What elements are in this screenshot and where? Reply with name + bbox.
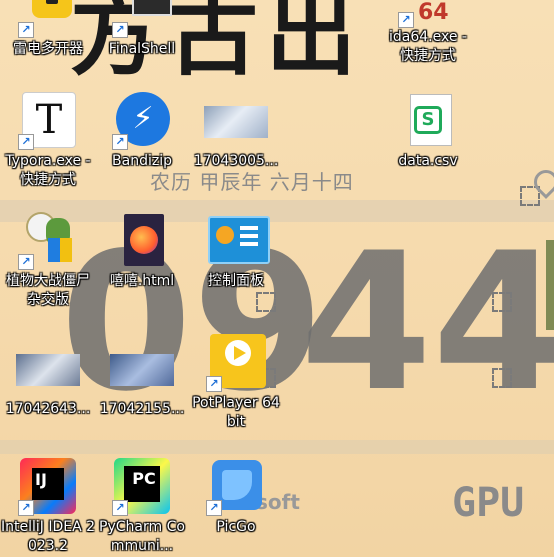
firefox-html-icon xyxy=(114,212,170,268)
desktop-icon-ida64[interactable]: 64 ↗ ida64.exe - 快捷方式 xyxy=(380,0,476,66)
desktop-icon-potplayer[interactable]: ↗ PotPlayer 64 bit xyxy=(188,334,284,432)
typora-icon: T ↗ xyxy=(18,92,76,150)
desktop-icon-typora[interactable]: T ↗ Typora.exe - 快捷方式 xyxy=(0,92,96,190)
csv-file-icon: S xyxy=(400,92,456,148)
control-panel-icon xyxy=(208,212,270,268)
wallpaper-square xyxy=(256,292,276,312)
icon-label: 雷电多开器 xyxy=(13,41,83,57)
image-thumbnail-icon xyxy=(204,92,268,148)
shortcut-arrow-icon: ↗ xyxy=(112,22,128,38)
desktop-icon-image-17042155[interactable]: 17042155... xyxy=(94,340,190,419)
desktop-icon-picgo[interactable]: ↗ PicGo xyxy=(188,458,284,537)
desktop-icon-pycharm[interactable]: PC ↗ PyCharm Communi... xyxy=(94,458,190,556)
icon-label: 嘻嘻.html xyxy=(109,273,175,289)
desktop-icon-image-17043005[interactable]: 17043005... xyxy=(188,92,284,171)
desktop-icon-xixi-html[interactable]: 嘻嘻.html xyxy=(94,212,190,291)
intellij-idea-icon: IJ ↗ xyxy=(18,458,76,516)
desktop-icon-finalshell[interactable]: ↗ FinalShell xyxy=(94,0,190,59)
icon-label: 17043005... xyxy=(193,153,279,169)
icon-label: PotPlayer 64 bit xyxy=(192,395,280,430)
shortcut-arrow-icon: ↗ xyxy=(18,254,34,270)
shortcut-arrow-icon: ↗ xyxy=(398,12,414,28)
wallpaper-clock-minute: 44 xyxy=(300,212,554,433)
wallpaper-square xyxy=(492,292,512,312)
desktop-icon-leidian[interactable]: ↗ 雷电多开器 xyxy=(0,0,96,59)
desktop-icon-control-panel[interactable]: 控制面板 xyxy=(188,212,284,291)
desktop-icon-pvz[interactable]: ↗ 植物大战僵尸杂交版 xyxy=(0,212,96,310)
icon-label: Typora.exe - 快捷方式 xyxy=(5,153,91,188)
finalshell-icon: ↗ xyxy=(112,0,172,38)
shortcut-arrow-icon: ↗ xyxy=(206,500,222,516)
plants-vs-zombies-icon: ↗ xyxy=(18,212,76,270)
wallpaper-accent xyxy=(546,240,554,330)
desktop[interactable]: 方古出 农历 甲辰年 六月十四 09 44 GPU soft ↗ 雷电多开器 ↗… xyxy=(0,0,554,557)
shortcut-arrow-icon: ↗ xyxy=(206,376,222,392)
icon-label: 控制面板 xyxy=(208,273,264,289)
desktop-icon-data-csv[interactable]: S data.csv xyxy=(380,92,476,171)
shortcut-arrow-icon: ↗ xyxy=(18,134,34,150)
leidian-icon: ↗ xyxy=(18,0,76,38)
image-thumbnail-icon xyxy=(110,340,174,396)
wallpaper-gpu-text: GPU xyxy=(452,480,525,526)
desktop-icon-image-17042643[interactable]: 17042643... xyxy=(0,340,96,419)
shortcut-arrow-icon: ↗ xyxy=(18,500,34,516)
icon-label: 植物大战僵尸杂交版 xyxy=(6,273,90,308)
bandizip-icon: ⚡ ↗ xyxy=(112,92,170,150)
wallpaper-square xyxy=(492,368,512,388)
picgo-icon: ↗ xyxy=(206,458,264,516)
desktop-icon-intellij[interactable]: IJ ↗ IntelliJ IDEA 2023.2 xyxy=(0,458,96,556)
icon-label: data.csv xyxy=(398,153,458,169)
shortcut-arrow-icon: ↗ xyxy=(112,134,128,150)
potplayer-icon: ↗ xyxy=(206,334,266,392)
icon-label: 17042643... xyxy=(5,401,91,417)
icon-label: 17042155... xyxy=(99,401,185,417)
icon-label: IntelliJ IDEA 2023.2 xyxy=(0,519,96,554)
wallpaper-band xyxy=(0,440,554,454)
icon-label: Bandizip xyxy=(112,153,172,169)
icon-label: PyCharm Communi... xyxy=(99,519,185,554)
shortcut-arrow-icon: ↗ xyxy=(18,22,34,38)
icon-label: PicGo xyxy=(216,519,256,535)
shortcut-arrow-icon: ↗ xyxy=(112,500,128,516)
icon-label: FinalShell xyxy=(108,41,176,57)
desktop-icon-bandizip[interactable]: ⚡ ↗ Bandizip xyxy=(94,92,190,171)
ida64-icon: 64 ↗ xyxy=(398,0,456,36)
image-thumbnail-icon xyxy=(16,340,80,396)
pycharm-icon: PC ↗ xyxy=(112,458,170,516)
